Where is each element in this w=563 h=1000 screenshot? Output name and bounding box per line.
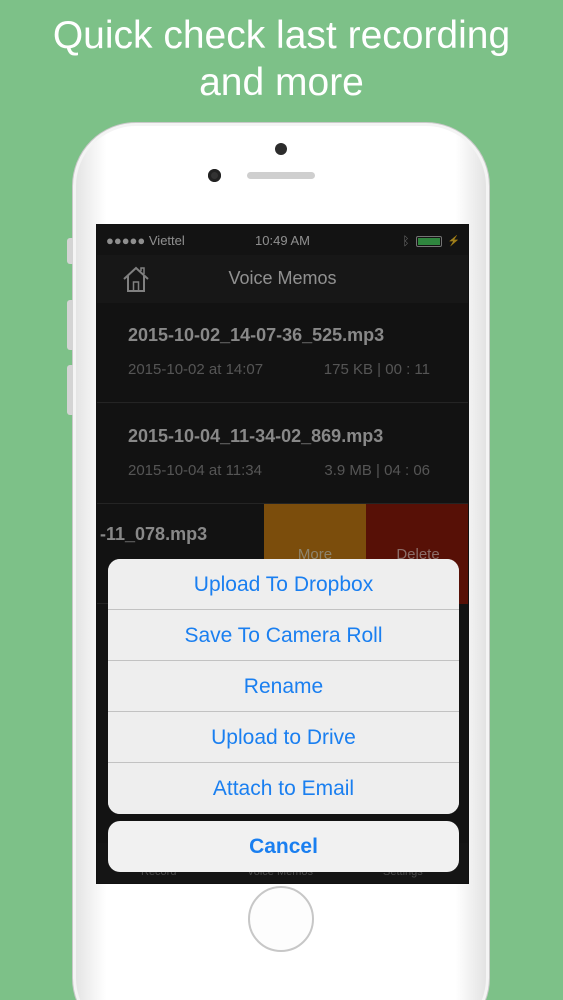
action-sheet: Upload To Dropbox Save To Camera Roll Re… xyxy=(108,559,459,814)
phone-screen: ●●●●● Viettel 10:49 AM ᛒ ⚡ Voice Memos 2… xyxy=(96,224,469,884)
attach-to-email-button[interactable]: Attach to Email xyxy=(108,763,459,814)
home-button[interactable] xyxy=(248,886,314,952)
upload-to-dropbox-button[interactable]: Upload To Dropbox xyxy=(108,559,459,610)
earpiece-speaker xyxy=(247,172,315,179)
promo-headline: Quick check last recording and more xyxy=(0,12,563,106)
headline-line-2: and more xyxy=(199,61,364,104)
headline-line-1: Quick check last recording xyxy=(52,14,511,57)
mute-switch xyxy=(67,238,73,264)
front-camera xyxy=(208,169,221,182)
proximity-sensor xyxy=(275,143,287,155)
upload-to-drive-button[interactable]: Upload to Drive xyxy=(108,712,459,763)
rename-button[interactable]: Rename xyxy=(108,661,459,712)
cancel-button[interactable]: Cancel xyxy=(108,821,459,872)
save-to-camera-roll-button[interactable]: Save To Camera Roll xyxy=(108,610,459,661)
volume-up-button xyxy=(67,300,73,350)
volume-down-button xyxy=(67,365,73,415)
